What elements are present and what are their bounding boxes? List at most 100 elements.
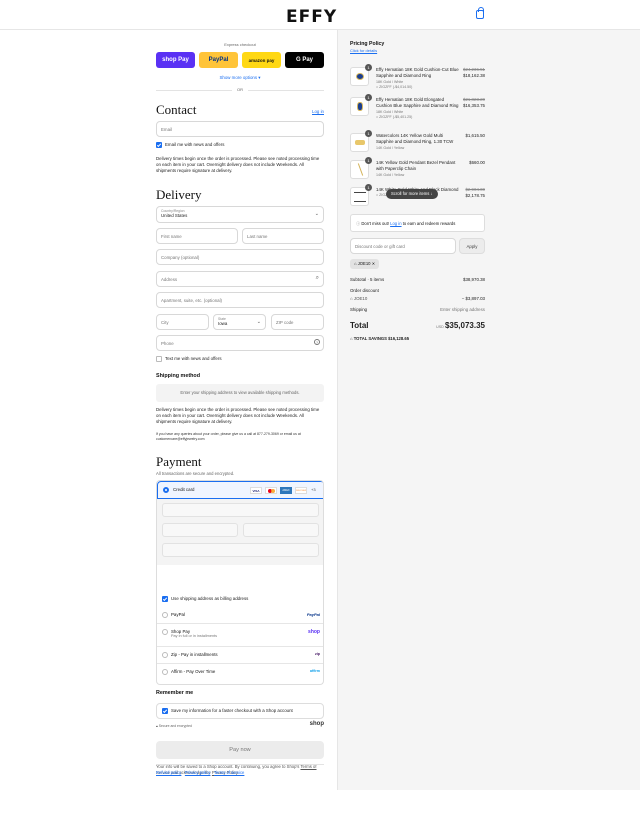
payment-heading: Payment — [156, 454, 202, 469]
or-divider-label: OR — [232, 87, 248, 92]
company-field[interactable]: Company (optional) — [156, 249, 324, 265]
item-price: $1,615.50 — [465, 133, 485, 139]
shipping-method-placeholder: Enter your shipping address to view avai… — [156, 384, 324, 402]
country-value: United States — [161, 213, 188, 218]
quantity-badge: 1 — [365, 64, 372, 71]
item-title-text: 14K Yellow Gold Pendant Bezel Pendant wi… — [376, 160, 456, 172]
zip-logo-icon: zip — [315, 652, 320, 656]
city-field[interactable]: City — [156, 314, 209, 330]
item-new-price: $660.00 — [469, 160, 485, 165]
last-name-field[interactable]: Last name — [242, 228, 324, 244]
shop-pay-button[interactable]: shop Pay — [156, 52, 195, 68]
tag-icon: ⌂ — [354, 261, 357, 266]
phone-placeholder: Phone — [161, 341, 174, 346]
address-field[interactable]: Address ⌕ — [156, 271, 324, 287]
state-select[interactable]: State Iowa ⌄ — [213, 314, 266, 330]
first-name-field[interactable]: First name — [156, 228, 238, 244]
paypal-option[interactable]: PayPal PayPal — [157, 607, 323, 624]
login-link[interactable]: Log in — [312, 109, 324, 114]
billing-address-checkbox[interactable]: Use shipping address as billing address — [162, 596, 248, 602]
checkout-main: Express checkout shop Pay PayPal amazon … — [0, 30, 337, 790]
shop-logo: shop — [309, 721, 324, 727]
amazon-pay-button[interactable]: amazon pay — [242, 52, 281, 68]
contact-delivery-note: Delivery times begin once the order is p… — [156, 156, 320, 173]
loyalty-text: Don't miss out! — [361, 221, 389, 226]
loyalty-login-link[interactable]: Log in — [390, 221, 401, 226]
checkbox-checked-icon — [162, 596, 168, 602]
card-form — [157, 499, 323, 565]
paypal-button[interactable]: PayPal — [199, 52, 238, 68]
order-discount-code: JOE10 — [353, 296, 368, 301]
checkout-form: Express checkout shop Pay PayPal amazon … — [156, 30, 324, 790]
subtotal-label: Subtotal · 5 items — [350, 277, 385, 282]
card-number-field[interactable] — [162, 503, 319, 517]
lock-icon: 🔒︎ — [156, 724, 158, 728]
remember-me-heading: Remember me — [156, 690, 194, 696]
email-field[interactable]: Email — [156, 121, 324, 137]
radio-icon — [162, 669, 168, 675]
quantity-badge: 1 — [365, 157, 372, 164]
expiration-field[interactable] — [162, 523, 238, 537]
order-discount-label: Order discount — [350, 288, 379, 293]
total-savings-label: TOTAL SAVINGS — [353, 336, 387, 341]
divider — [156, 764, 324, 765]
item-variant: 14K Gold / Yellow — [376, 172, 405, 177]
save-info-checkbox[interactable]: Save my information for a faster checkou… — [162, 708, 293, 714]
apartment-field[interactable]: Apartment, suite, etc. (optional) — [156, 292, 324, 308]
name-on-card-field[interactable] — [162, 543, 319, 557]
phone-field[interactable]: Phone? — [156, 335, 324, 351]
checkbox-unchecked-icon — [156, 356, 162, 362]
save-info-box[interactable]: Save my information for a faster checkou… — [156, 703, 324, 719]
refund-policy-link[interactable]: Refund policy — [156, 770, 181, 775]
country-select[interactable]: Country/Region United States ⌄ — [156, 206, 324, 223]
footer: Refund policy Privacy policy Terms of se… — [0, 764, 640, 815]
zip-field[interactable]: ZIP code — [271, 314, 324, 330]
more-cards-count: +3 — [311, 487, 316, 492]
apply-button[interactable]: Apply — [459, 238, 485, 254]
shop-logo-icon: shop — [308, 629, 320, 635]
pricing-details-link[interactable]: Click for details — [350, 48, 377, 53]
email-news-checkbox[interactable]: Email me with news and offers — [156, 142, 224, 148]
affirm-option[interactable]: Affirm - Pay Over Time affirm — [157, 664, 323, 681]
pay-now-button[interactable]: Pay now — [156, 741, 324, 759]
item-new-price: $2,178.75 — [465, 193, 485, 199]
quantity-badge: 1 — [365, 130, 372, 137]
item-title-text: Effy Hematian 18K Gold Cushion-Cut Blue … — [376, 67, 459, 79]
loyalty-rest-text: to earn and redeem rewards — [402, 221, 456, 226]
google-pay-button[interactable]: G Pay — [285, 52, 324, 68]
pricing-policy-title: Pricing Policy — [350, 41, 385, 47]
item-title-text: Effy Hematian 18K Gold Elongated Cushion… — [376, 97, 459, 109]
discount-code-input[interactable]: Discount code or gift card — [350, 238, 456, 254]
tag-icon: ⌂ — [376, 193, 379, 198]
effy-logo[interactable]: EFFY — [286, 7, 337, 27]
shipping-delivery-note: Delivery times begin once the order is p… — [156, 407, 320, 424]
search-icon: ⌕ — [315, 275, 319, 281]
shopping-bag-icon[interactable] — [476, 7, 484, 19]
text-news-checkbox[interactable]: Text me with news and offers — [156, 356, 222, 362]
security-code-field[interactable] — [243, 523, 319, 537]
secure-label: Secure and encrypted — [158, 724, 192, 728]
customer-care-note: If you have any queries about your order… — [156, 432, 301, 441]
shop-pay-option[interactable]: Shop Pay Pay in full or in installments sh… — [157, 624, 323, 647]
credit-card-option[interactable]: Credit card VISA AMEX DISCOVER +3 — [157, 481, 323, 499]
help-icon[interactable]: ? — [314, 339, 320, 345]
cart-item: 1 Effy Hematian 18K Gold Cushion-Cut Blu… — [350, 64, 485, 91]
payment-subtitle: All transactions are secure and encrypte… — [156, 471, 235, 476]
tag-icon: ⌂ — [376, 84, 379, 89]
item-title: Effy Hematian 18K Gold Cushion-Cut Blue … — [376, 67, 459, 90]
email-news-label: Email me with news and offers — [165, 142, 225, 148]
zip-option[interactable]: Zip - Pay in installments zip — [157, 647, 323, 664]
scroll-for-more-button[interactable]: Scroll for more items ↓ — [386, 189, 438, 199]
radio-selected-icon — [163, 487, 169, 493]
item-price: $2,904.00 $2,178.75 — [465, 187, 485, 200]
show-more-options-link[interactable]: Show more options ▾ — [156, 75, 324, 81]
credit-card-label: Credit card — [173, 487, 195, 492]
secure-note: 🔒︎ Secure and encrypted — [156, 724, 192, 728]
paypal-logo-icon: PayPal — [306, 612, 320, 617]
header: EFFY — [0, 0, 640, 30]
shipping-row: Shipping Enter shipping address — [350, 307, 485, 312]
terms-of-service-link[interactable]: Terms of service — [214, 770, 244, 775]
close-icon[interactable]: ✕ — [372, 261, 376, 266]
privacy-policy-link[interactable]: Privacy policy — [185, 770, 211, 775]
total-value: $35,073.35 — [444, 321, 485, 330]
